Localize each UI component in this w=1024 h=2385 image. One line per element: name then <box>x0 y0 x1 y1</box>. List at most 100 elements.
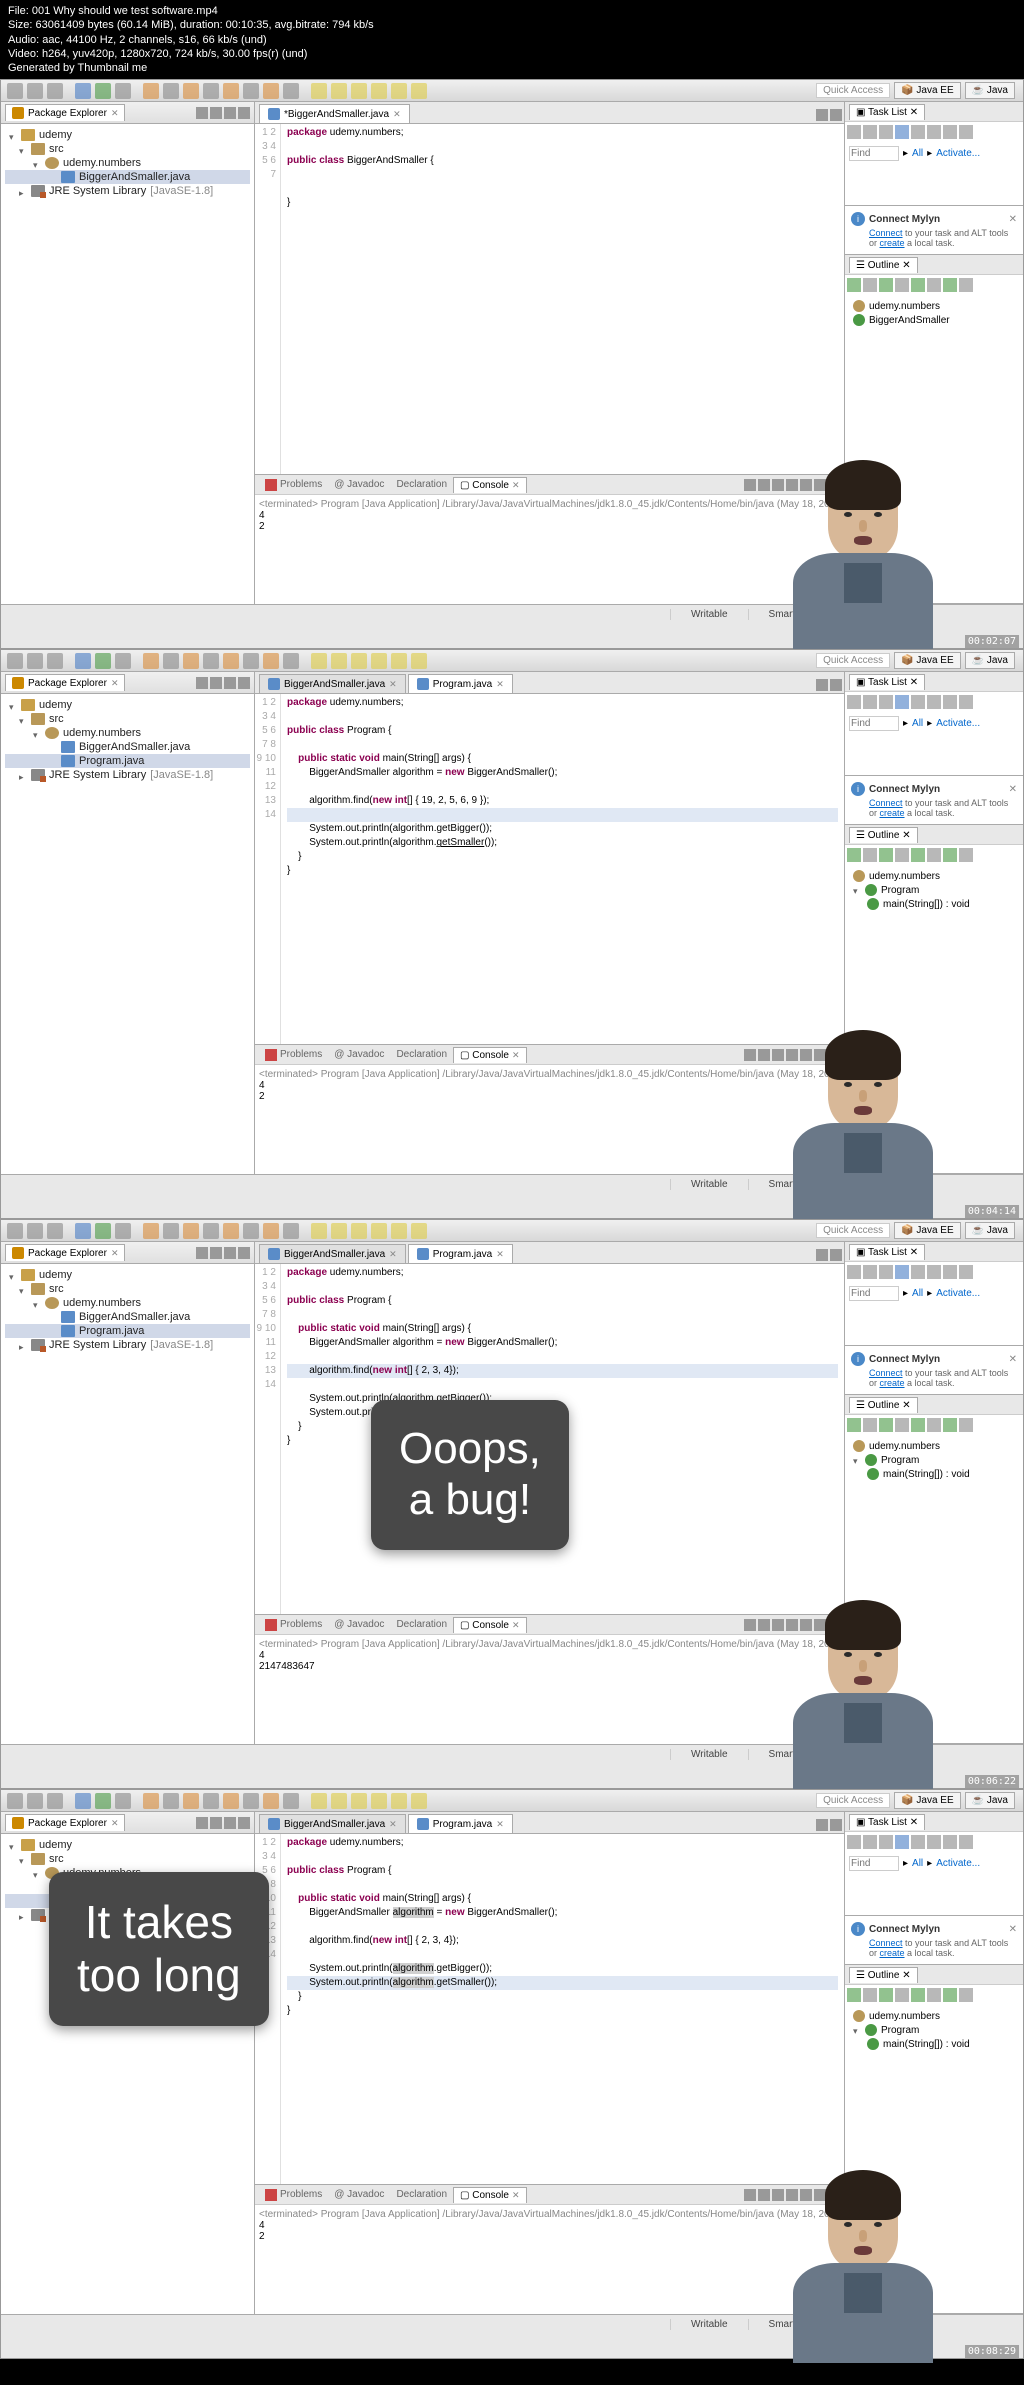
tree-jre[interactable]: JRE System Library [JavaSE-1.8] <box>5 1338 250 1352</box>
expand-icon[interactable] <box>9 1271 17 1279</box>
task-action-icon[interactable] <box>943 695 957 709</box>
task-all-link[interactable]: All <box>912 1858 923 1869</box>
toolbar-button[interactable] <box>163 83 179 99</box>
quick-access-input[interactable]: Quick Access <box>816 1223 890 1238</box>
toolbar-button[interactable] <box>223 83 239 99</box>
outline-class[interactable]: Program <box>849 2023 1019 2037</box>
create-link[interactable]: create <box>880 1948 905 1958</box>
view-action-icon[interactable] <box>238 107 250 119</box>
outline-action-icon[interactable] <box>879 1988 893 2002</box>
outline-action-icon[interactable] <box>911 278 925 292</box>
task-action-icon[interactable] <box>943 1835 957 1849</box>
problems-tab[interactable]: Problems <box>259 1047 328 1063</box>
connect-link[interactable]: Connect <box>869 1938 903 1948</box>
outline-action-icon[interactable] <box>959 1418 973 1432</box>
expand-icon[interactable] <box>9 1841 17 1849</box>
outline-method[interactable]: main(String[]) : void <box>849 897 1019 911</box>
perspective-javaee[interactable]: 📦 Java EE <box>894 82 960 99</box>
task-activate-link[interactable]: Activate... <box>936 718 980 729</box>
editor-tab[interactable]: BiggerAndSmaller.java✕ <box>259 1244 406 1263</box>
toolbar-button-nav[interactable] <box>351 1223 367 1239</box>
perspective-java[interactable]: ☕ Java <box>965 1222 1015 1239</box>
declaration-tab[interactable]: Declaration <box>390 477 453 492</box>
task-action-icon[interactable] <box>895 695 909 709</box>
task-action-icon[interactable] <box>847 125 861 139</box>
toolbar-button[interactable] <box>143 83 159 99</box>
close-icon[interactable]: ✕ <box>1009 1354 1017 1365</box>
outline-tab[interactable]: ☰ Outline ✕ <box>849 827 918 843</box>
outline-action-icon[interactable] <box>927 278 941 292</box>
tree-file[interactable]: Program.java <box>5 1324 250 1338</box>
toolbar-button[interactable] <box>47 1793 63 1809</box>
toolbar-button-nav[interactable] <box>411 1223 427 1239</box>
expand-icon[interactable] <box>853 1456 861 1464</box>
toolbar-button-nav[interactable] <box>311 83 327 99</box>
problems-tab[interactable]: Problems <box>259 2187 328 2203</box>
toolbar-button-nav[interactable] <box>391 1223 407 1239</box>
outline-action-icon[interactable] <box>943 1988 957 2002</box>
toolbar-button-nav[interactable] <box>391 1793 407 1809</box>
perspective-javaee[interactable]: 📦 Java EE <box>894 652 960 669</box>
task-action-icon[interactable] <box>927 695 941 709</box>
toolbar-button[interactable] <box>27 83 43 99</box>
toolbar-button[interactable] <box>143 1223 159 1239</box>
code-editor[interactable]: 1 2 3 4 5 6 7 8 9 10 11 12 13 14 package… <box>255 694 844 1044</box>
outline-action-icon[interactable] <box>847 1988 861 2002</box>
console-action-icon[interactable] <box>772 2189 784 2201</box>
toolbar-button[interactable] <box>243 653 259 669</box>
outline-action-icon[interactable] <box>959 848 973 862</box>
toolbar-button-run[interactable] <box>95 1793 111 1809</box>
toolbar-button-nav[interactable] <box>411 83 427 99</box>
toolbar-button[interactable] <box>115 1223 131 1239</box>
toolbar-button[interactable] <box>27 1223 43 1239</box>
expand-icon[interactable] <box>9 131 17 139</box>
expand-icon[interactable] <box>19 187 27 195</box>
task-all-link[interactable]: All <box>912 718 923 729</box>
outline-action-icon[interactable] <box>879 1418 893 1432</box>
toolbar-button[interactable] <box>47 83 63 99</box>
tree-project[interactable]: udemy <box>5 128 250 142</box>
task-action-icon[interactable] <box>863 1835 877 1849</box>
toolbar-button-nav[interactable] <box>331 653 347 669</box>
outline-action-icon[interactable] <box>863 1988 877 2002</box>
editor-tab[interactable]: Program.java✕ <box>408 1814 513 1833</box>
outline-action-icon[interactable] <box>943 848 957 862</box>
declaration-tab[interactable]: Declaration <box>390 2187 453 2202</box>
outline-action-icon[interactable] <box>911 1418 925 1432</box>
toolbar-button[interactable] <box>183 1223 199 1239</box>
toolbar-button-run[interactable] <box>95 83 111 99</box>
task-find-input[interactable] <box>849 1286 899 1301</box>
task-activate-link[interactable]: Activate... <box>936 148 980 159</box>
perspective-javaee[interactable]: 📦 Java EE <box>894 1792 960 1809</box>
outline-action-icon[interactable] <box>863 278 877 292</box>
expand-icon[interactable] <box>853 886 861 894</box>
console-action-icon[interactable] <box>772 1049 784 1061</box>
console-tab[interactable]: ▢ Console ✕ <box>453 1617 526 1633</box>
toolbar-button-nav[interactable] <box>351 653 367 669</box>
toolbar-button-nav[interactable] <box>311 1223 327 1239</box>
outline-tab[interactable]: ☰ Outline ✕ <box>849 1967 918 1983</box>
expand-icon[interactable] <box>33 1299 41 1307</box>
task-action-icon[interactable] <box>895 125 909 139</box>
task-action-icon[interactable] <box>895 1265 909 1279</box>
expand-icon[interactable] <box>9 701 17 709</box>
tree-src[interactable]: src <box>5 712 250 726</box>
console-output[interactable]: <terminated> Program [Java Application] … <box>255 2205 844 2314</box>
perspective-java[interactable]: ☕ Java <box>965 1792 1015 1809</box>
javadoc-tab[interactable]: @ Javadoc <box>328 477 390 492</box>
close-icon[interactable]: ✕ <box>1009 1924 1017 1935</box>
console-action-icon[interactable] <box>758 479 770 491</box>
outline-action-icon[interactable] <box>943 278 957 292</box>
expand-icon[interactable] <box>19 715 27 723</box>
console-action-icon[interactable] <box>772 1619 784 1631</box>
outline-package[interactable]: udemy.numbers <box>849 1439 1019 1453</box>
outline-action-icon[interactable] <box>847 1418 861 1432</box>
editor-action-icon[interactable] <box>816 109 828 121</box>
task-find-input[interactable] <box>849 716 899 731</box>
toolbar-button[interactable] <box>223 1793 239 1809</box>
javadoc-tab[interactable]: @ Javadoc <box>328 1047 390 1062</box>
tasklist-tab[interactable]: ▣ Task List ✕ <box>849 1814 925 1830</box>
task-action-icon[interactable] <box>927 1835 941 1849</box>
task-action-icon[interactable] <box>879 1265 893 1279</box>
view-action-icon[interactable] <box>224 1817 236 1829</box>
